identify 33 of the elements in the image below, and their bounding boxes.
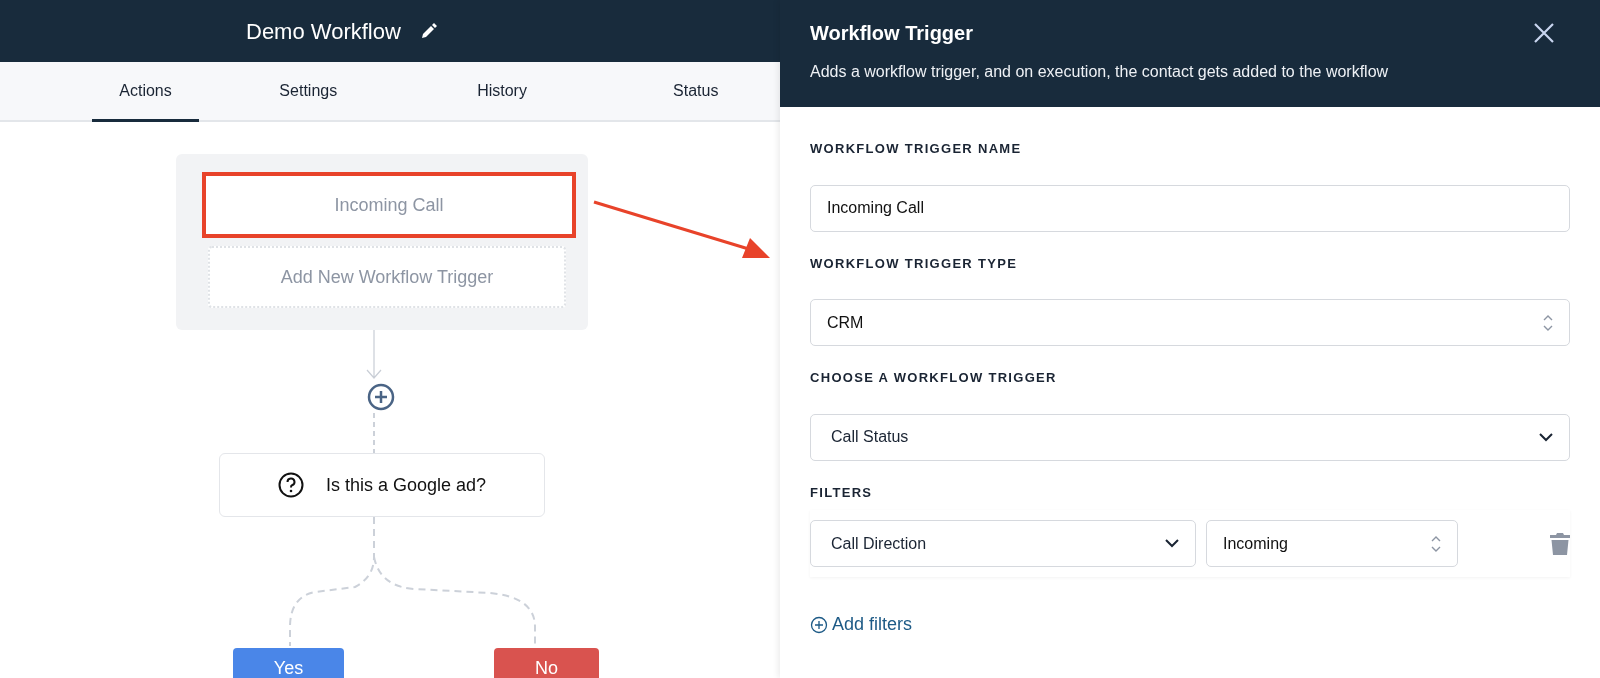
question-icon xyxy=(277,472,304,498)
branch-button[interactable]: No xyxy=(494,648,599,678)
pencil-icon[interactable] xyxy=(420,23,437,39)
text-field[interactable]: Incoming Call xyxy=(810,184,1570,232)
add-step-icon[interactable] xyxy=(367,383,395,411)
field-label: WORKFLOW TRIGGER TYPE xyxy=(810,254,1019,273)
panel-title: Workflow Trigger xyxy=(810,21,973,46)
field-label: WORKFLOW TRIGGER NAME xyxy=(810,140,1023,158)
dropdown-field[interactable]: Call Direction xyxy=(810,520,1196,567)
field-label: FILTERS xyxy=(810,483,874,502)
branch-button[interactable]: Yes xyxy=(233,648,344,678)
tab[interactable]: Actions xyxy=(92,62,200,122)
trash-icon[interactable] xyxy=(1550,532,1570,555)
tab[interactable]: Settings xyxy=(224,62,393,122)
panel-subtitle: Adds a workflow trigger, and on execution, the contact gets added to the workflow xyxy=(810,62,1390,82)
tab[interactable]: History xyxy=(447,62,557,122)
close-button[interactable] xyxy=(1532,20,1556,44)
select-field[interactable]: Incoming xyxy=(1206,520,1458,567)
tab[interactable]: Status xyxy=(611,62,780,122)
up-down-icon xyxy=(1543,313,1553,332)
chevron-down-icon xyxy=(1539,432,1553,442)
condition-node[interactable]: Is this a Google ad? xyxy=(219,453,545,517)
select-field[interactable]: CRM xyxy=(810,299,1570,346)
condition-label: Is this a Google ad? xyxy=(325,473,487,497)
connector-line xyxy=(364,330,384,380)
field-label: CHOOSE A WORKFLOW TRIGGER xyxy=(810,369,1058,387)
plus-circle-icon xyxy=(810,615,828,634)
connector-line xyxy=(372,413,376,453)
dropdown-field[interactable]: Call Status xyxy=(810,413,1570,461)
add-filters-link[interactable]: Add filters xyxy=(810,611,913,638)
up-down-icon xyxy=(1431,534,1441,553)
workflow-title: Demo Workflow xyxy=(246,17,401,46)
chevron-down-icon xyxy=(1165,539,1179,548)
